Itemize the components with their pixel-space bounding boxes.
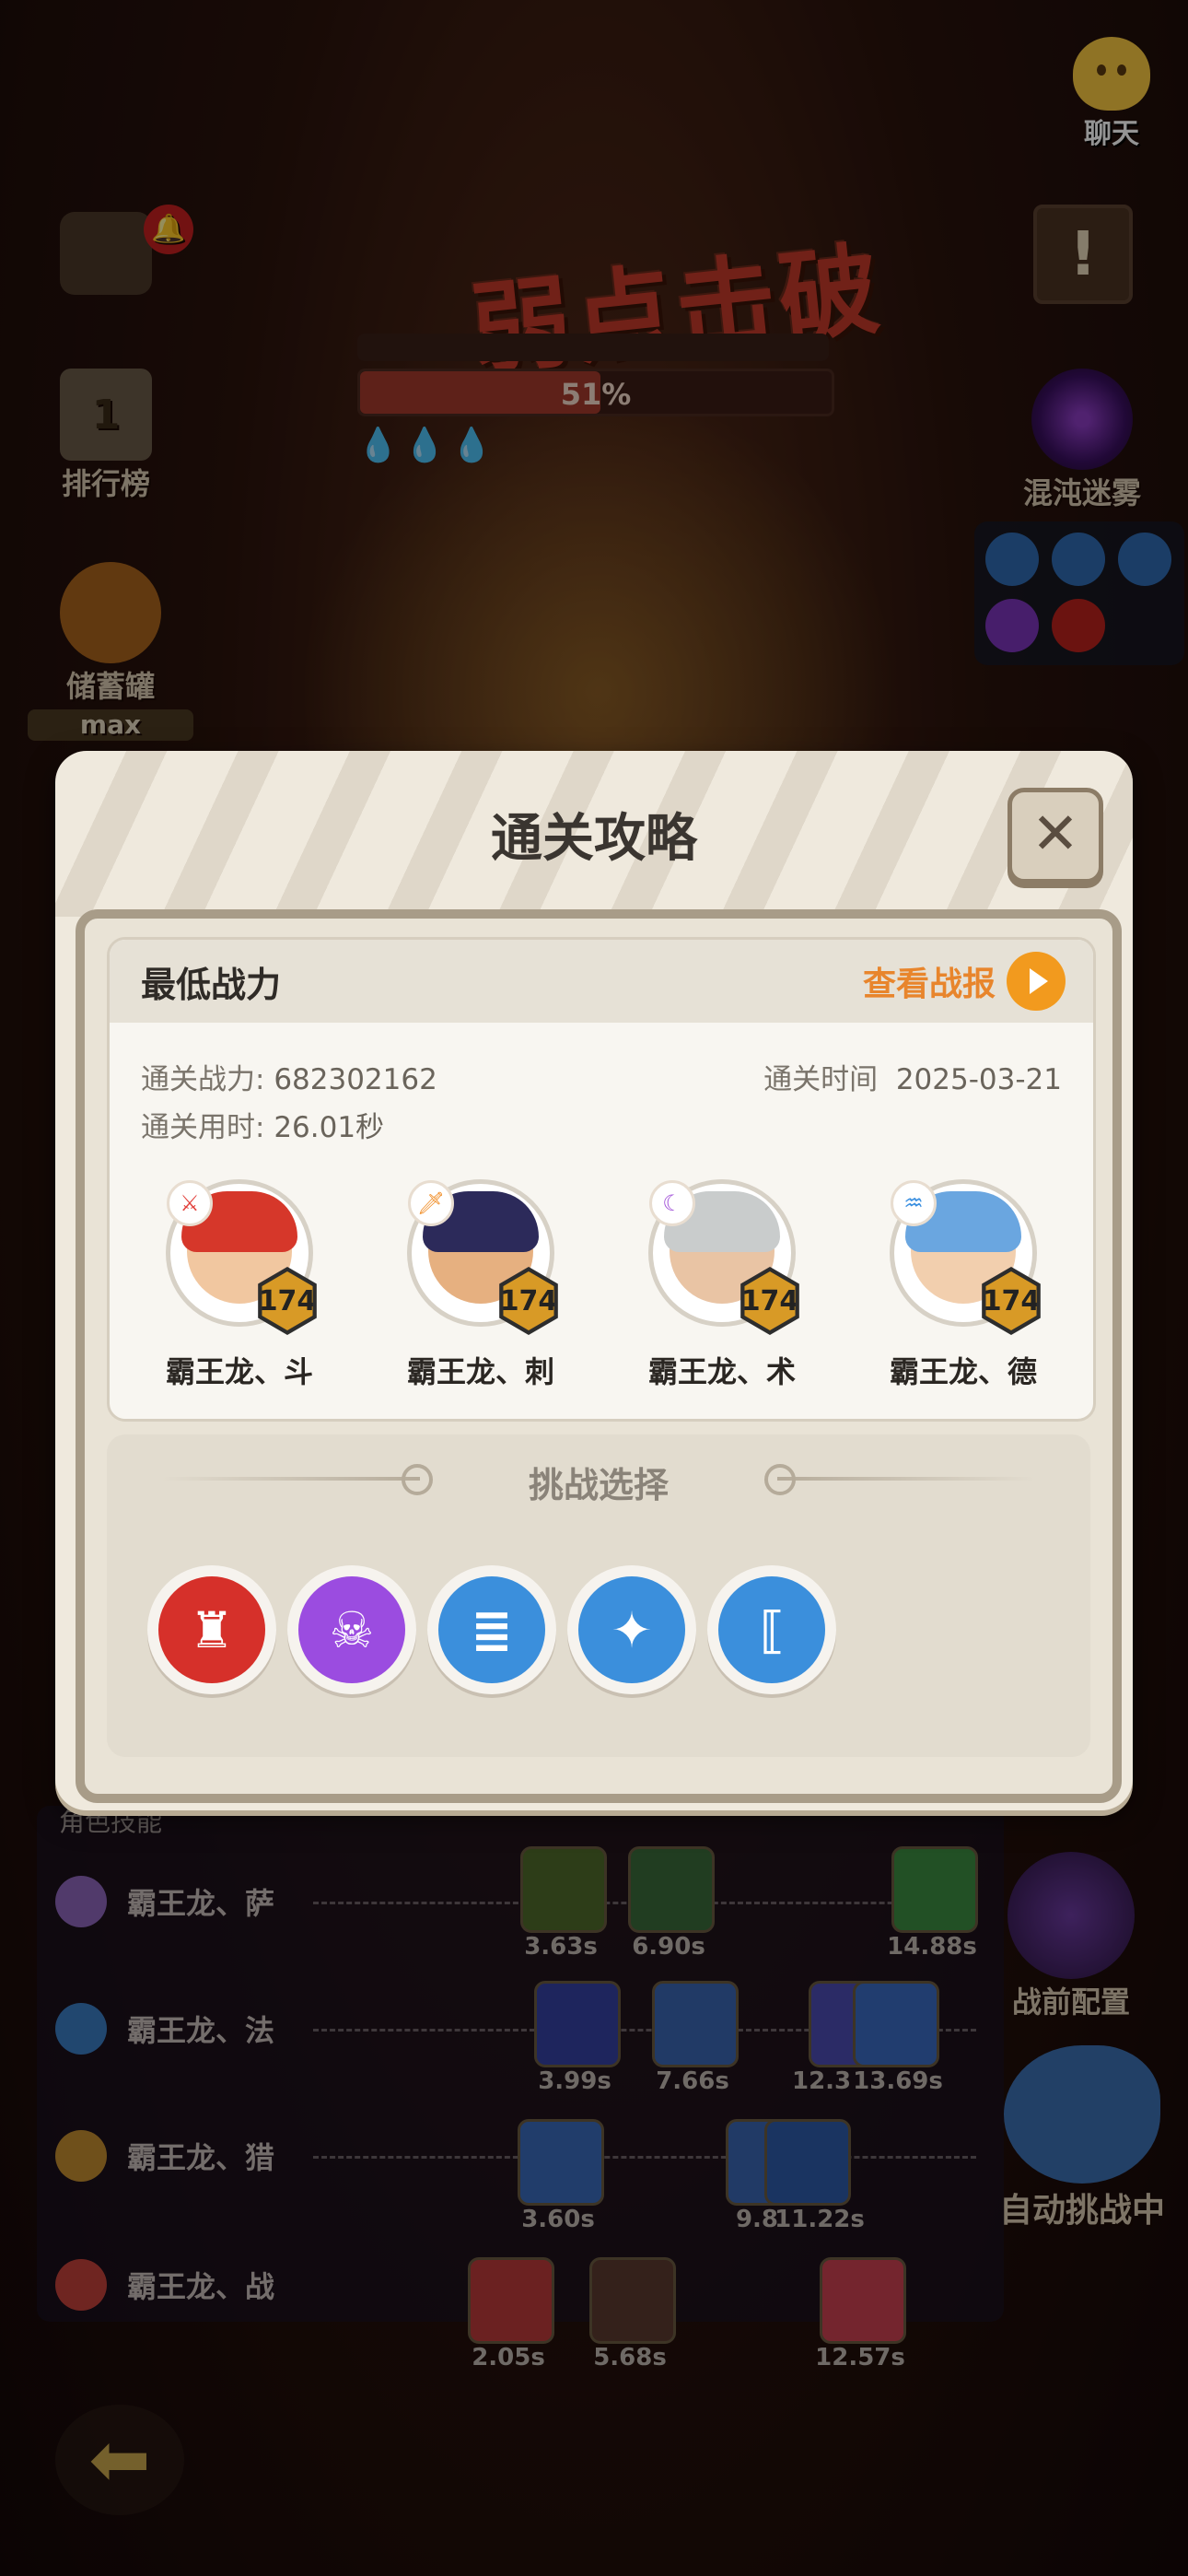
right-swirl-ornament xyxy=(764,1464,1035,1495)
play-icon xyxy=(1007,952,1066,1011)
modal-inner-frame: 最低战力 查看战报 通关战力: 682302162 通关用时: 26.01秒 通… xyxy=(76,909,1122,1803)
clear-power-label: 通关战力: xyxy=(141,1063,265,1096)
blue-star-icon: ✦ xyxy=(578,1576,685,1683)
warrior-class-icon: ⚔ xyxy=(167,1180,213,1226)
druid-class-icon: ♒ xyxy=(891,1180,937,1226)
challenge-option[interactable]: ✦ xyxy=(567,1565,696,1694)
hero-card[interactable]: 🗡 174 霸王龙、刺 xyxy=(366,1179,596,1391)
clear-guide-modal: 通关攻略 ✕ 最低战力 查看战报 通关战力: 682302162 通关用时: 2… xyxy=(55,751,1133,1810)
hero-card[interactable]: ☾ 174 霸王龙、术 xyxy=(607,1179,837,1391)
hero-portrait: ⚔ 174 xyxy=(166,1179,317,1335)
level-value: 174 xyxy=(262,1271,313,1330)
clear-time-value: 26.01秒 xyxy=(274,1111,385,1144)
view-replay-label: 查看战报 xyxy=(862,966,996,1003)
modal-title: 通关攻略 xyxy=(491,809,697,869)
lowest-power-card: 最低战力 查看战报 通关战力: 682302162 通关用时: 26.01秒 通… xyxy=(107,937,1096,1422)
clear-date-label: 通关时间 xyxy=(763,1063,879,1096)
purple-skull-icon: ☠ xyxy=(298,1576,405,1683)
hero-name: 霸王龙、刺 xyxy=(406,1354,554,1389)
hero-lineup: ⚔ 174 霸王龙、斗 🗡 174 霸王龙、刺 ☾ 174 霸王龙、术 ♒ 17… xyxy=(110,1179,1093,1391)
clear-power-value: 682302162 xyxy=(274,1063,437,1096)
challenge-option[interactable]: ≣ xyxy=(427,1565,556,1694)
clear-time-label: 通关用时: xyxy=(141,1111,265,1144)
blue-bracket-icon: ⟦ xyxy=(718,1576,825,1683)
hero-name: 霸王龙、术 xyxy=(647,1354,796,1389)
close-button[interactable]: ✕ xyxy=(1007,788,1103,884)
challenge-option[interactable]: ♜ xyxy=(147,1565,276,1694)
hero-portrait: ☾ 174 xyxy=(648,1179,799,1335)
assassin-class-icon: 🗡 xyxy=(408,1180,454,1226)
red-monster-icon: ♜ xyxy=(158,1576,265,1683)
hero-name: 霸王龙、斗 xyxy=(165,1354,313,1389)
hero-name: 霸王龙、德 xyxy=(889,1354,1037,1389)
level-value: 174 xyxy=(503,1271,554,1330)
challenge-icons-row: ♜ ☠ ≣ ✦ ⟦ xyxy=(147,1565,836,1694)
hero-card[interactable]: ♒ 174 霸王龙、德 xyxy=(848,1179,1078,1391)
view-replay-button[interactable]: 查看战报 xyxy=(863,952,1066,1011)
challenge-option[interactable]: ⟦ xyxy=(707,1565,836,1694)
clear-time-stat: 通关用时: 26.01秒 xyxy=(141,1104,384,1145)
challenge-option[interactable]: ☠ xyxy=(287,1565,416,1694)
level-value: 174 xyxy=(985,1271,1037,1330)
challenge-title: 挑战选择 xyxy=(528,1465,669,1505)
challenge-selection-panel: 挑战选择 ♜ ☠ ≣ ✦ ⟦ xyxy=(107,1434,1090,1757)
card-title: 最低战力 xyxy=(141,964,282,1005)
level-value: 174 xyxy=(744,1271,796,1330)
clear-date-value: 2025-03-21 xyxy=(895,1063,1062,1096)
clear-power-stat: 通关战力: 682302162 xyxy=(141,1056,437,1097)
card-header: 最低战力 查看战报 xyxy=(110,940,1093,1023)
hero-portrait: ♒ 174 xyxy=(890,1179,1041,1335)
hero-portrait: 🗡 174 xyxy=(407,1179,558,1335)
blue-speech-icon: ≣ xyxy=(438,1576,545,1683)
hero-card[interactable]: ⚔ 174 霸王龙、斗 xyxy=(124,1179,355,1391)
mage-class-icon: ☾ xyxy=(649,1180,695,1226)
clear-date-stat: 通关时间 2025-03-21 xyxy=(763,1056,1062,1097)
